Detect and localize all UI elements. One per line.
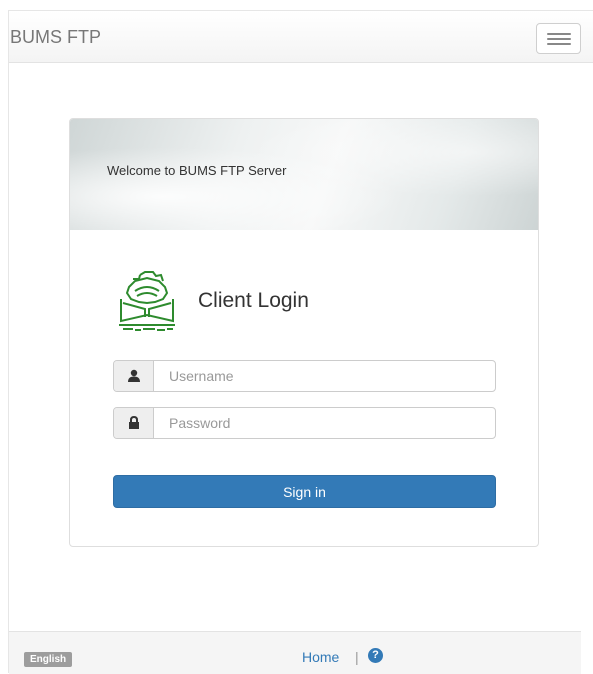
password-input[interactable] — [155, 408, 495, 438]
password-group — [113, 407, 496, 439]
sign-in-button[interactable]: Sign in — [113, 475, 496, 508]
language-selector[interactable]: English — [24, 652, 73, 667]
hamburger-menu-icon-bar — [547, 38, 571, 40]
footer-separator: | — [355, 649, 359, 665]
university-logo — [119, 271, 175, 331]
password-addon — [114, 408, 154, 438]
hamburger-menu-icon — [547, 33, 571, 35]
hamburger-menu-icon-bar — [547, 43, 571, 45]
lock-icon — [129, 416, 139, 429]
question-circle-icon[interactable]: ? — [368, 648, 383, 663]
menu-toggle-button[interactable] — [536, 23, 581, 54]
panel-header: Welcome to BUMS FTP Server — [70, 119, 538, 230]
brand-title[interactable]: BUMS FTP — [10, 27, 101, 48]
home-link[interactable]: Home — [302, 649, 339, 665]
username-input[interactable] — [155, 361, 495, 391]
welcome-text: Welcome to BUMS FTP Server — [107, 163, 287, 178]
user-icon — [128, 369, 140, 382]
app-frame: BUMS FTP Welcome to BUMS FTP Server Clie… — [8, 10, 593, 674]
login-panel: Welcome to BUMS FTP Server Client Login … — [69, 118, 539, 547]
login-title: Client Login — [198, 289, 309, 312]
footer-bar: English Home | ? — [9, 631, 581, 674]
username-group — [113, 360, 496, 392]
top-navbar: BUMS FTP — [9, 11, 593, 63]
username-addon — [114, 361, 154, 391]
